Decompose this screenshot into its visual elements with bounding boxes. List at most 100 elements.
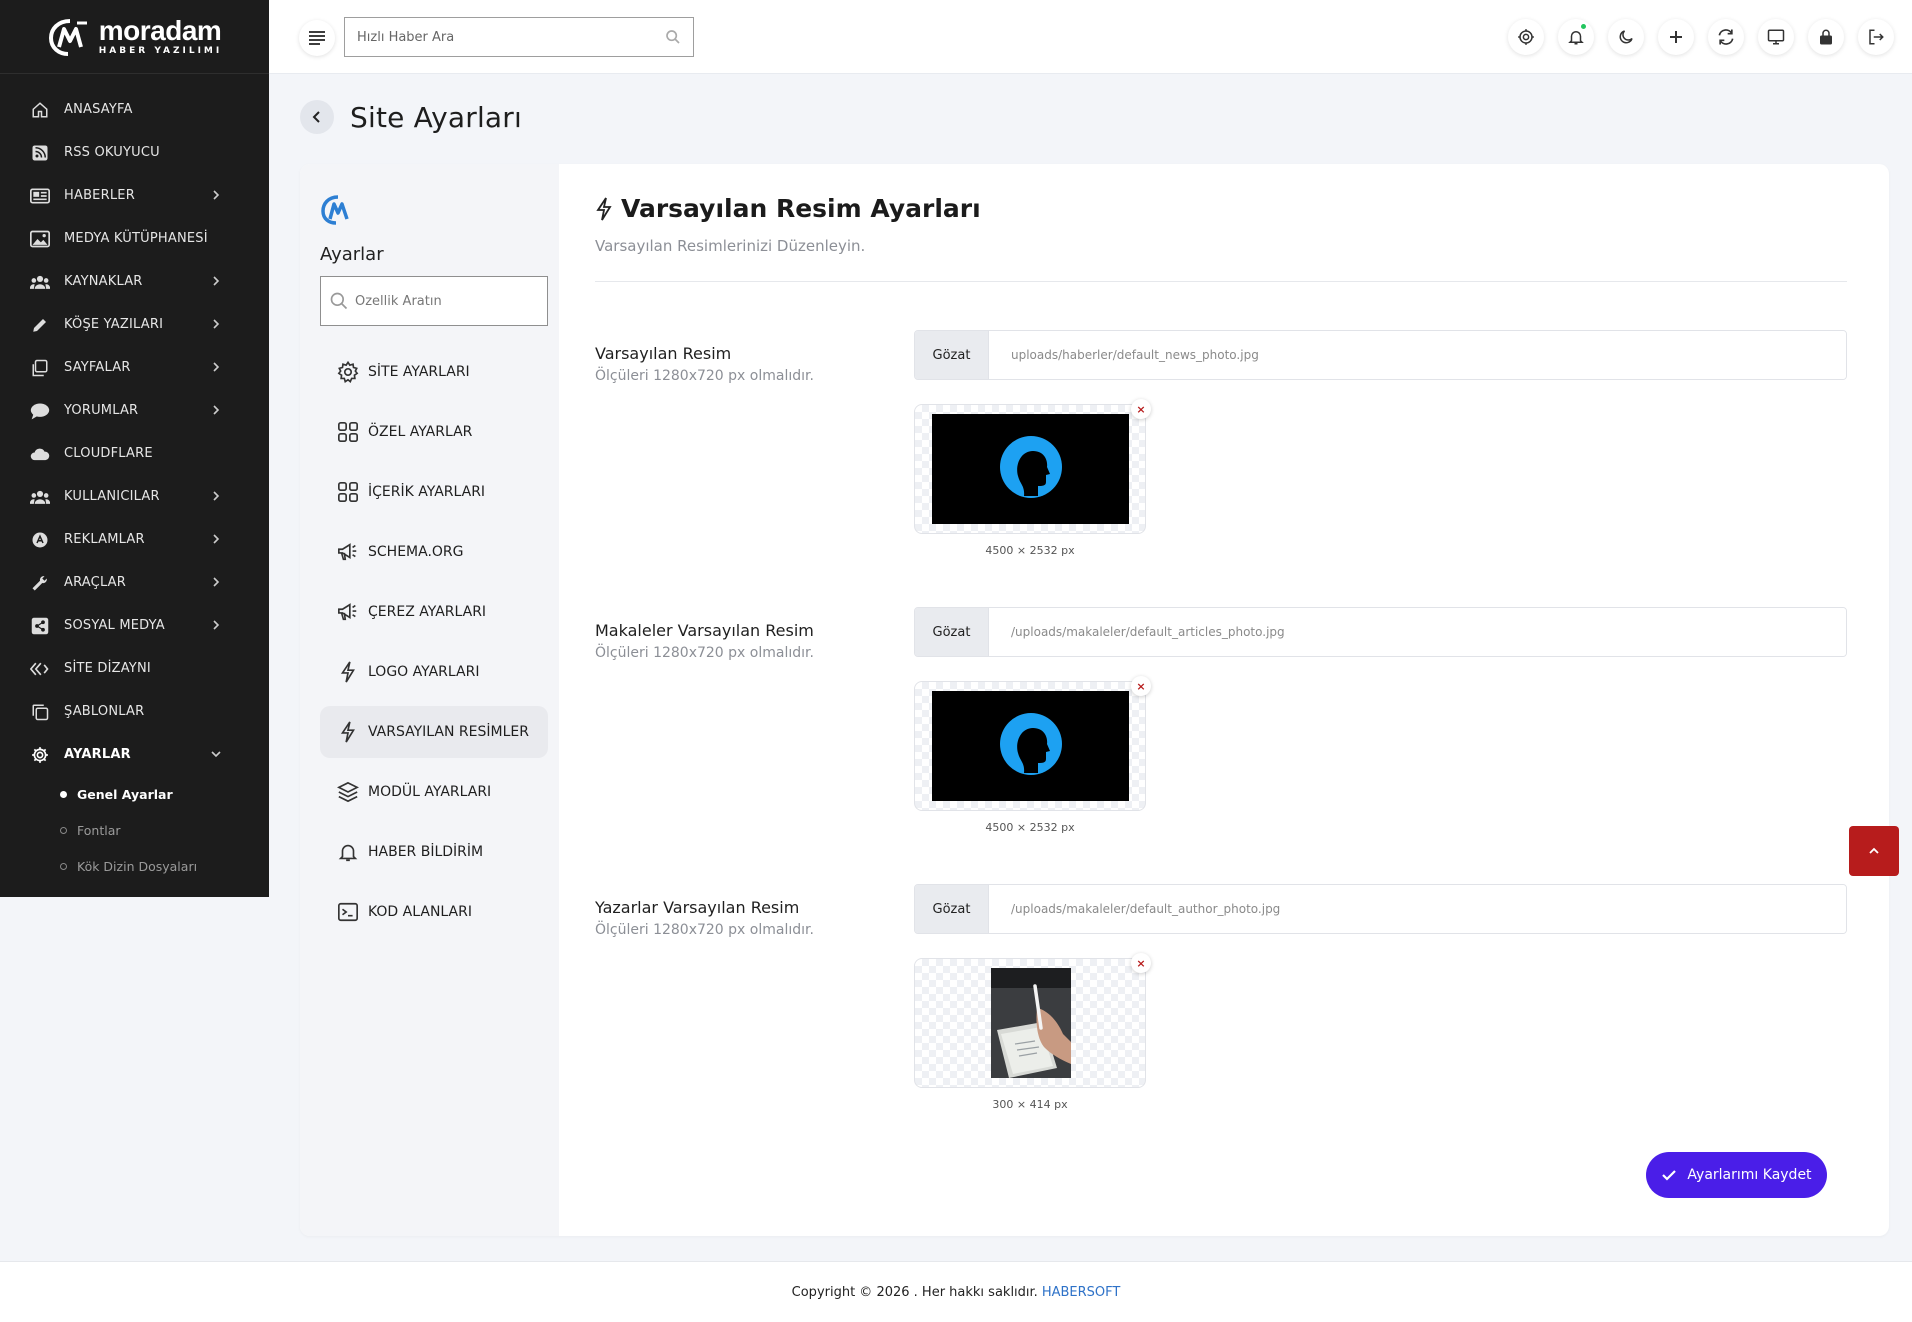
sidebar-item-label: SİTE DİZAYNI — [64, 661, 151, 676]
settings-tab-kod-alanlari[interactable]: KOD ALANLARI — [320, 886, 548, 938]
footer: Copyright © 2026 . Her hakkı saklıdır. H… — [0, 1261, 1912, 1322]
sidebar: moradam HABER YAZILIMI ANASAYFA RSS OKUY… — [0, 0, 269, 897]
image-preview: × — [914, 676, 1151, 811]
monitor-icon — [1767, 29, 1785, 45]
scroll-to-top-button[interactable] — [1849, 826, 1899, 876]
file-path-input[interactable] — [989, 608, 1846, 656]
sidebar-item-kose-yazilari[interactable]: KÖŞE YAZILARI — [0, 303, 269, 346]
sidebar-item-sayfalar[interactable]: SAYFALAR — [0, 346, 269, 389]
quick-search-input[interactable] — [357, 29, 665, 45]
sidebar-item-medya[interactable]: MEDYA KÜTÜPHANESİ — [0, 217, 269, 260]
bolt-icon — [336, 660, 360, 684]
notification-dot — [1580, 23, 1587, 30]
bolt-icon — [595, 196, 613, 222]
page-header: Site Ayarları — [300, 100, 522, 134]
search-icon[interactable] — [665, 29, 681, 45]
sidebar-item-label: RSS OKUYUCU — [64, 145, 160, 160]
save-settings-button[interactable]: Ayarlarımı Kaydet — [1646, 1152, 1827, 1198]
browse-button[interactable]: Gözat — [915, 608, 989, 656]
sidebar-item-label: HABERLER — [64, 188, 135, 203]
settings-nav: Ayarlar SİTE AYARLARI ÖZEL AYARLAR İÇERİ… — [300, 164, 559, 1236]
dark-mode-button[interactable] — [1608, 19, 1644, 55]
menu-toggle-button[interactable] — [299, 20, 335, 56]
file-path-input[interactable] — [989, 331, 1846, 379]
remove-image-button[interactable]: × — [1131, 953, 1151, 973]
chevron-up-icon — [1869, 847, 1879, 854]
remove-image-button[interactable]: × — [1131, 399, 1151, 419]
remove-image-button[interactable]: × — [1131, 676, 1151, 696]
lock-button[interactable] — [1808, 19, 1844, 55]
section-header: Varsayılan Resim Ayarları Varsayılan Res… — [595, 164, 1847, 282]
back-button[interactable] — [300, 100, 334, 134]
bolt-icon — [336, 720, 360, 744]
share-icon — [30, 616, 50, 636]
sidebar-item-rss[interactable]: RSS OKUYUCU — [0, 131, 269, 174]
file-input-group: Gözat — [914, 330, 1847, 380]
settings-search-input[interactable] — [355, 293, 539, 309]
sidebar-item-label: ANASAYFA — [64, 102, 133, 117]
settings-tab-logo-ayarlari[interactable]: LOGO AYARLARI — [320, 646, 548, 698]
logout-icon — [1869, 29, 1884, 45]
logout-button[interactable] — [1858, 19, 1894, 55]
megaphone-icon — [336, 600, 360, 624]
chevron-right-icon — [213, 319, 220, 329]
sidebar-subitem-genel-ayarlar[interactable]: Genel Ayarlar — [60, 776, 269, 812]
section-title-text: Varsayılan Resim Ayarları — [621, 194, 981, 223]
sidebar-item-cloudflare[interactable]: CLOUDFLARE — [0, 432, 269, 475]
comment-icon — [30, 401, 50, 421]
sidebar-item-sosyal-medya[interactable]: SOSYAL MEDYA — [0, 604, 269, 647]
field-hint: Ölçüleri 1280x720 px olmalıdır. — [595, 922, 814, 938]
sidebar-item-sablonlar[interactable]: ŞABLONLAR — [0, 690, 269, 733]
lock-icon — [1820, 29, 1832, 45]
sidebar-item-kullanicilar[interactable]: KULLANICILAR — [0, 475, 269, 518]
sidebar-item-label: ARAÇLAR — [64, 575, 127, 590]
settings-tab-modul-ayarlari[interactable]: MODÜL AYARLARI — [320, 766, 548, 818]
refresh-button[interactable] — [1708, 19, 1744, 55]
sidebar-item-kaynaklar[interactable]: KAYNAKLAR — [0, 260, 269, 303]
sidebar-item-yorumlar[interactable]: YORUMLAR — [0, 389, 269, 432]
sidebar-item-haberler[interactable]: HABERLER — [0, 174, 269, 217]
sidebar-item-site-dizayni[interactable]: SİTE DİZAYNI — [0, 647, 269, 690]
settings-tab-haber-bildirim[interactable]: HABER BİLDİRİM — [320, 826, 548, 878]
sidebar-item-anasayfa[interactable]: ANASAYFA — [0, 88, 269, 131]
settings-tab-varsayilan-resimler[interactable]: VARSAYILAN RESİMLER — [320, 706, 548, 758]
field-default-image: Varsayılan Resim Ölçüleri 1280x720 px ol… — [595, 330, 1847, 590]
gear-icon — [30, 745, 50, 765]
sidebar-item-label: MEDYA KÜTÜPHANESİ — [64, 231, 208, 246]
sidebar-item-label: SAYFALAR — [64, 360, 131, 375]
sidebar-item-label: KULLANICILAR — [64, 489, 160, 504]
notifications-button[interactable] — [1558, 19, 1594, 55]
settings-tab-ozel-ayarlar[interactable]: ÖZEL AYARLAR — [320, 406, 548, 458]
settings-tab-label: LOGO AYARLARI — [368, 664, 480, 680]
settings-tab-site-ayarlari[interactable]: SİTE AYARLARI — [320, 346, 548, 398]
settings-tab-cerez-ayarlari[interactable]: ÇEREZ AYARLARI — [320, 586, 548, 638]
chevron-right-icon — [213, 534, 220, 544]
settings-button[interactable] — [1508, 19, 1544, 55]
sidebar-item-ayarlar[interactable]: AYARLAR — [0, 733, 269, 776]
settings-tab-label: SİTE AYARLARI — [368, 364, 470, 380]
browse-button[interactable]: Gözat — [915, 885, 989, 933]
image-dimensions: 4500 × 2532 px — [985, 544, 1075, 557]
settings-tab-schema-org[interactable]: SCHEMA.ORG — [320, 526, 548, 578]
grid-icon — [336, 420, 360, 444]
footer-link-habersoft[interactable]: HABERSOFT — [1042, 1285, 1121, 1300]
brand-logo[interactable]: moradam HABER YAZILIMI — [0, 0, 269, 74]
sidebar-item-araclar[interactable]: ARAÇLAR — [0, 561, 269, 604]
settings-tab-label: HABER BİLDİRİM — [368, 844, 484, 860]
sidebar-subitem-kok-dizin[interactable]: Kök Dizin Dosyaları — [60, 848, 269, 884]
image-icon — [30, 229, 50, 249]
sidebar-item-reklamlar[interactable]: REKLAMLAR — [0, 518, 269, 561]
chevron-right-icon — [213, 577, 220, 587]
browse-button[interactable]: Gözat — [915, 331, 989, 379]
field-authors-default-image: Yazarlar Varsayılan Resim Ölçüleri 1280x… — [595, 884, 1847, 1144]
chevron-right-icon — [213, 190, 220, 200]
settings-tab-icerik-ayarlari[interactable]: İÇERİK AYARLARI — [320, 466, 548, 518]
preview-site-button[interactable] — [1758, 19, 1794, 55]
file-path-input[interactable] — [989, 885, 1846, 933]
add-button[interactable] — [1658, 19, 1694, 55]
moradam-logo-icon — [321, 195, 349, 225]
sidebar-subitem-fontlar[interactable]: Fontlar — [60, 812, 269, 848]
sidebar-item-label: KAYNAKLAR — [64, 274, 143, 289]
gear-icon — [1518, 29, 1534, 45]
sidebar-item-label: KÖŞE YAZILARI — [64, 317, 164, 332]
